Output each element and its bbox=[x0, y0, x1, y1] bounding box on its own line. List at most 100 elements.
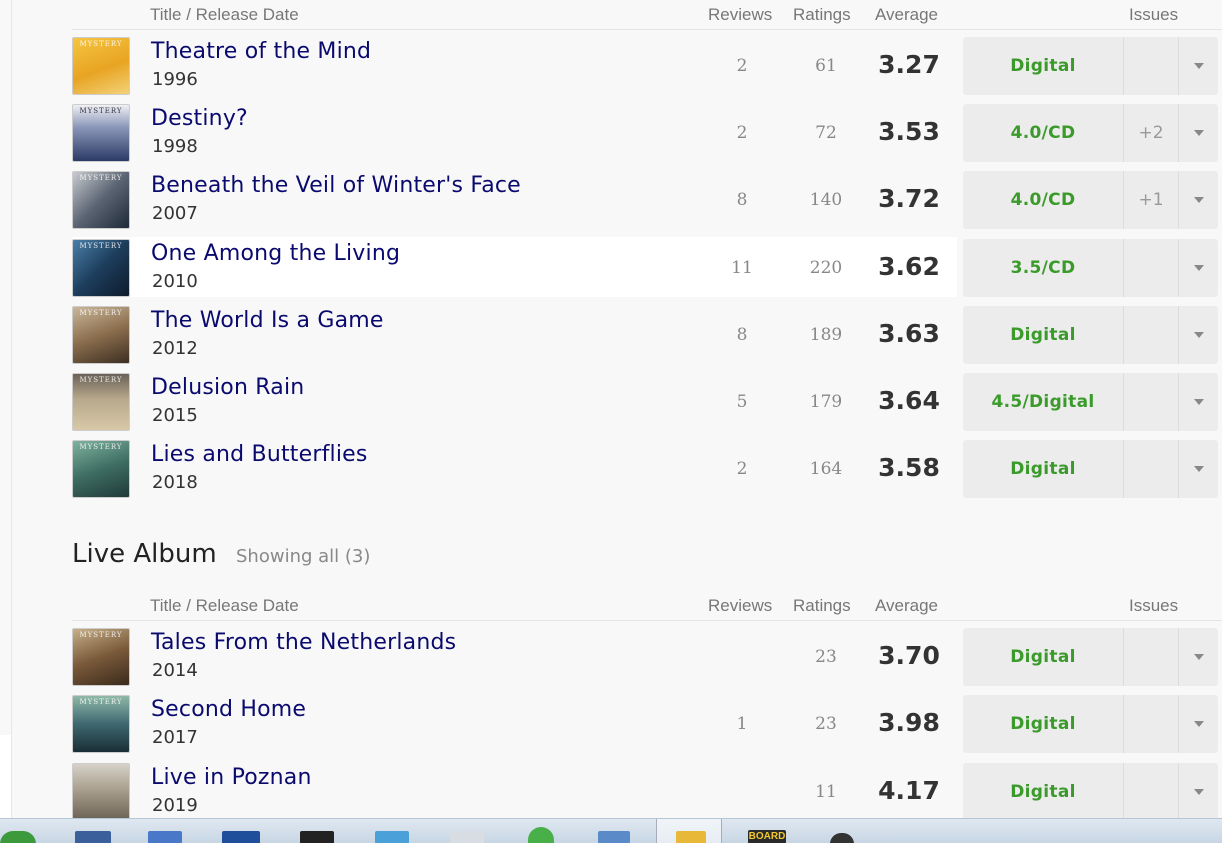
reviews-count: 8 bbox=[736, 325, 748, 345]
chevron-down-icon bbox=[1193, 130, 1204, 136]
issue-more-button[interactable] bbox=[1124, 373, 1179, 431]
average-rating: 3.64 bbox=[878, 386, 940, 415]
issue-button[interactable]: Digital bbox=[963, 695, 1124, 753]
column-ratings[interactable]: Ratings bbox=[793, 596, 851, 616]
issue-more-button[interactable]: +1 bbox=[1124, 171, 1179, 229]
issue-dropdown-button[interactable] bbox=[1179, 171, 1218, 229]
album-row: MYSTERY Second Home 2017 1 23 3.98 Digit… bbox=[72, 695, 1222, 755]
chevron-down-icon bbox=[1193, 789, 1204, 795]
taskbar-app-icon[interactable] bbox=[598, 831, 630, 843]
album-title-link[interactable]: Lies and Butterflies bbox=[151, 442, 368, 467]
album-title-link[interactable]: Destiny? bbox=[151, 106, 248, 131]
ratings-count: 23 bbox=[815, 647, 837, 667]
album-cover[interactable]: MYSTERY bbox=[72, 37, 130, 95]
issue-button[interactable]: Digital bbox=[963, 763, 1124, 821]
album-title-link[interactable]: Second Home bbox=[151, 697, 306, 722]
taskbar-app-icon[interactable] bbox=[830, 833, 854, 843]
average-rating: 3.53 bbox=[878, 117, 940, 146]
column-average[interactable]: Average bbox=[875, 596, 938, 616]
live-table-header: Title / Release Date Reviews Ratings Ave… bbox=[72, 591, 1222, 621]
ratings-count: 164 bbox=[809, 459, 843, 479]
issue-more-button[interactable] bbox=[1124, 37, 1179, 95]
album-title-link[interactable]: Live in Poznan bbox=[151, 765, 312, 790]
board-app-icon[interactable]: BOARD bbox=[748, 830, 786, 843]
album-row: MYSTERY One Among the Living 2010 11 220… bbox=[72, 237, 1222, 299]
issue-button[interactable]: Digital bbox=[963, 306, 1124, 364]
issue-button[interactable]: 4.5/Digital bbox=[963, 373, 1124, 431]
chevron-down-icon bbox=[1193, 654, 1204, 660]
column-title[interactable]: Title / Release Date bbox=[150, 596, 299, 616]
taskbar-app-icon[interactable] bbox=[300, 831, 334, 843]
issue-button[interactable]: Digital bbox=[963, 37, 1124, 95]
average-rating: 4.17 bbox=[878, 776, 940, 805]
cover-text: MYSTERY bbox=[79, 242, 123, 250]
ratings-count: 23 bbox=[815, 714, 837, 734]
album-cover[interactable]: MYSTERY bbox=[72, 628, 130, 686]
issue-button[interactable]: Digital bbox=[963, 628, 1124, 686]
column-reviews[interactable]: Reviews bbox=[708, 5, 772, 25]
album-cover[interactable]: MYSTERY bbox=[72, 171, 130, 229]
issue-dropdown-button[interactable] bbox=[1179, 306, 1218, 364]
album-title-link[interactable]: Tales From the Netherlands bbox=[151, 630, 456, 655]
issue-button[interactable]: 4.0/CD bbox=[963, 104, 1124, 162]
album-cover[interactable]: MYSTERY bbox=[72, 373, 130, 431]
cover-text: MYSTERY bbox=[79, 40, 123, 48]
album-title-link[interactable]: One Among the Living bbox=[151, 241, 400, 266]
reviews-count: 5 bbox=[736, 392, 748, 412]
album-cover[interactable]: MYSTERY bbox=[72, 306, 130, 364]
issue-button[interactable]: Digital bbox=[963, 440, 1124, 498]
album-year: 1996 bbox=[152, 69, 198, 90]
issue-dropdown-button[interactable] bbox=[1179, 628, 1218, 686]
issue-more-button[interactable] bbox=[1124, 628, 1179, 686]
chevron-down-icon bbox=[1193, 721, 1204, 727]
taskbar-app-icon[interactable] bbox=[375, 831, 409, 843]
issue-dropdown-button[interactable] bbox=[1179, 695, 1218, 753]
album-row: MYSTERY Delusion Rain 2015 5 179 3.64 4.… bbox=[72, 373, 1222, 433]
album-year: 2019 bbox=[152, 795, 198, 816]
album-row: MYSTERY Lies and Butterflies 2018 2 164 … bbox=[72, 440, 1222, 500]
section-title: Live Album bbox=[72, 539, 217, 569]
album-cover[interactable]: MYSTERY bbox=[72, 239, 130, 297]
album-title-link[interactable]: Delusion Rain bbox=[151, 375, 304, 400]
album-cover[interactable]: MYSTERY bbox=[72, 104, 130, 162]
issue-more-button[interactable]: +2 bbox=[1124, 104, 1179, 162]
issue-more-button[interactable] bbox=[1124, 695, 1179, 753]
album-year: 2007 bbox=[152, 203, 198, 224]
column-reviews[interactable]: Reviews bbox=[708, 596, 772, 616]
issue-more-button[interactable] bbox=[1124, 239, 1179, 297]
issue-button[interactable]: 3.5/CD bbox=[963, 239, 1124, 297]
taskbar-app-icon[interactable] bbox=[528, 827, 554, 843]
issues-control: 4.0/CD +1 bbox=[963, 171, 1218, 229]
issue-more-button[interactable] bbox=[1124, 763, 1179, 821]
taskbar-app-icon[interactable] bbox=[75, 831, 111, 843]
column-issues: Issues bbox=[1129, 5, 1179, 24]
column-title[interactable]: Title / Release Date bbox=[150, 5, 299, 25]
issue-more-button[interactable] bbox=[1124, 306, 1179, 364]
taskbar-app-icon[interactable] bbox=[450, 831, 484, 843]
issue-button[interactable]: 4.0/CD bbox=[963, 171, 1124, 229]
taskbar-app-icon[interactable] bbox=[148, 831, 182, 843]
taskbar-app-icon[interactable] bbox=[222, 831, 260, 843]
album-cover[interactable]: MYSTERY bbox=[72, 695, 130, 753]
chevron-down-icon bbox=[1193, 265, 1204, 271]
issue-dropdown-button[interactable] bbox=[1179, 37, 1218, 95]
issues-control: Digital bbox=[963, 306, 1218, 364]
left-border bbox=[11, 0, 12, 818]
album-title-link[interactable]: Beneath the Veil of Winter's Face bbox=[151, 173, 521, 198]
album-title-link[interactable]: Theatre of the Mind bbox=[151, 39, 371, 64]
issue-dropdown-button[interactable] bbox=[1179, 373, 1218, 431]
issue-dropdown-button[interactable] bbox=[1179, 239, 1218, 297]
issue-more-button[interactable] bbox=[1124, 440, 1179, 498]
album-cover[interactable]: MYSTERY bbox=[72, 440, 130, 498]
album-year: 2010 bbox=[152, 271, 198, 292]
column-ratings[interactable]: Ratings bbox=[793, 5, 851, 25]
issue-dropdown-button[interactable] bbox=[1179, 104, 1218, 162]
start-button-icon[interactable] bbox=[0, 831, 36, 843]
issue-dropdown-button[interactable] bbox=[1179, 440, 1218, 498]
album-cover[interactable] bbox=[72, 763, 130, 821]
taskbar-app-icon[interactable] bbox=[676, 831, 706, 843]
issue-dropdown-button[interactable] bbox=[1179, 763, 1218, 821]
album-year: 2018 bbox=[152, 472, 198, 493]
album-title-link[interactable]: The World Is a Game bbox=[151, 308, 384, 333]
column-average[interactable]: Average bbox=[875, 5, 938, 25]
